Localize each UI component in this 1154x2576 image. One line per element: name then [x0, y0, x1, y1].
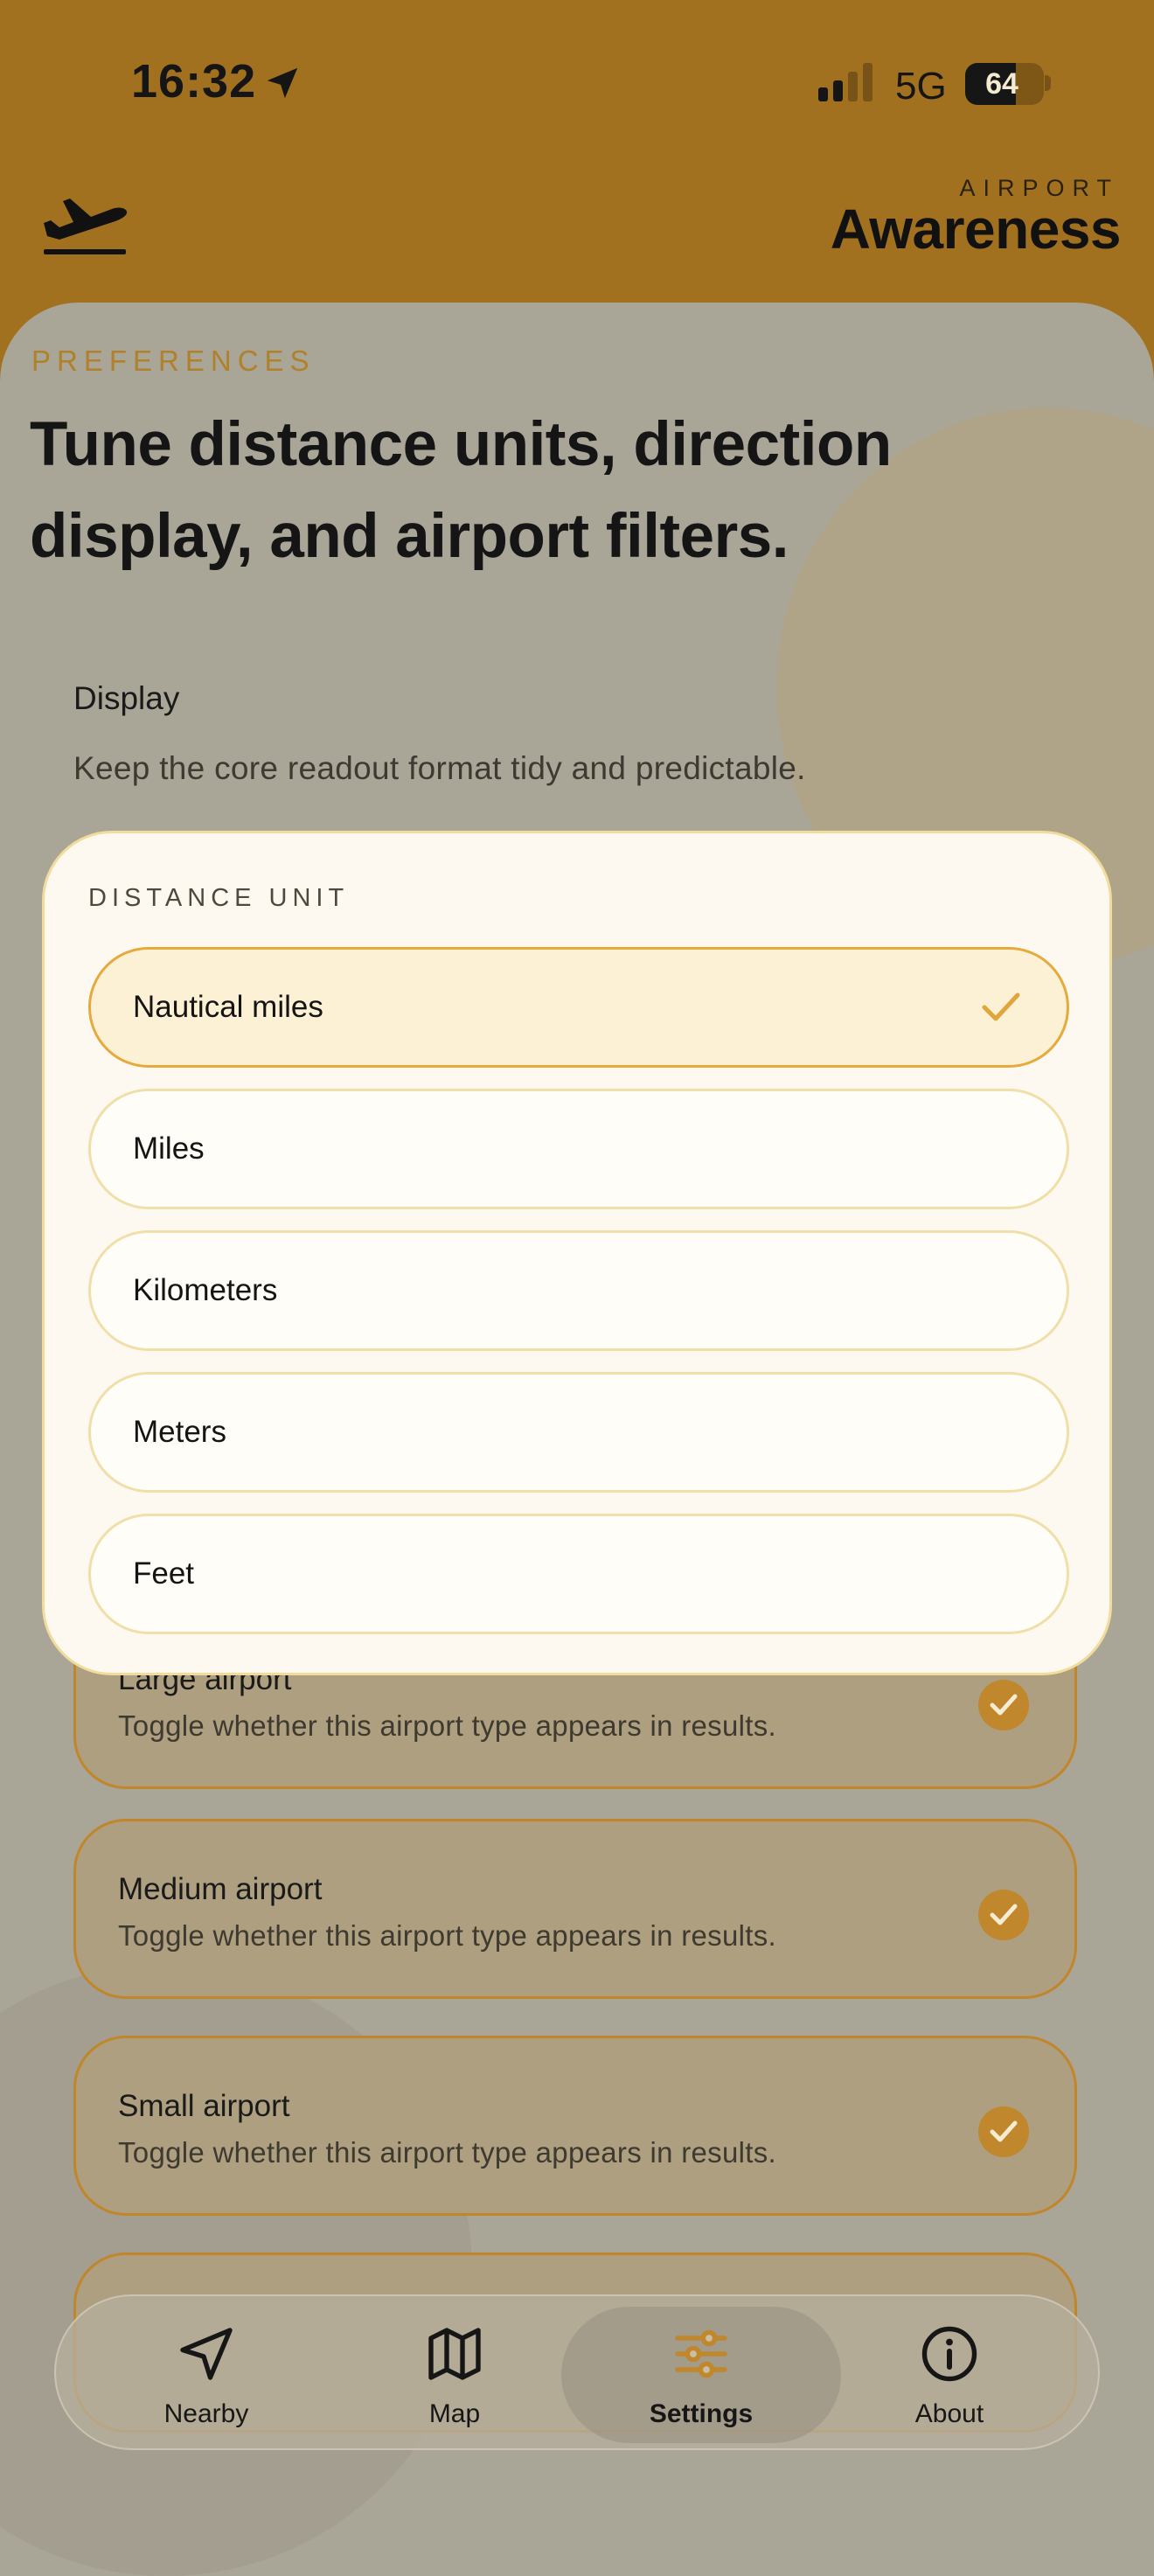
section-description: Keep the core readout format tidy and pr…: [73, 750, 806, 786]
tab-label: Settings: [649, 2399, 754, 2428]
filter-description: Toggle whether this airport type appears…: [118, 2136, 776, 2169]
filter-description: Toggle whether this airport type appears…: [118, 1919, 776, 1952]
battery-percent: 64: [985, 67, 1018, 101]
filter-small-airport[interactable]: Small airport Toggle whether this airpor…: [73, 2036, 1077, 2216]
navigation-arrow-icon: [180, 2328, 233, 2380]
option-label: Feet: [133, 1556, 195, 1591]
tab-label: About: [914, 2399, 984, 2428]
checkmark-icon[interactable]: [978, 2106, 1029, 2157]
tab-label: Map: [428, 2399, 481, 2428]
option-kilometers[interactable]: Kilometers: [88, 1230, 1069, 1351]
checkmark-icon[interactable]: [978, 1680, 1029, 1730]
section-title: Display: [73, 680, 180, 716]
picker-label: DISTANCE UNIT: [88, 884, 350, 912]
option-nautical-miles[interactable]: Nautical miles: [88, 947, 1069, 1068]
option-meters[interactable]: Meters: [88, 1372, 1069, 1493]
option-label: Miles: [133, 1131, 205, 1166]
filter-medium-airport[interactable]: Medium airport Toggle whether this airpo…: [73, 1819, 1077, 1999]
option-label: Meters: [133, 1415, 226, 1449]
tab-about[interactable]: About: [836, 2296, 1063, 2452]
checkmark-icon[interactable]: [978, 1890, 1029, 1940]
tab-map[interactable]: Map: [341, 2296, 568, 2452]
option-feet[interactable]: Feet: [88, 1514, 1069, 1634]
brand-title: Awareness: [830, 198, 1122, 261]
page-kicker: PREFERENCES: [31, 345, 316, 377]
departing-plane-icon[interactable]: [38, 175, 135, 262]
page-title: Tune distance units, direction display, …: [30, 410, 892, 571]
battery-icon: 64: [965, 63, 1044, 105]
filter-title: Small airport: [118, 2089, 290, 2123]
checkmark-icon: [982, 992, 1020, 1021]
network-type: 5G: [895, 65, 947, 108]
distance-unit-picker: DISTANCE UNIT Nautical miles Miles Kilom…: [42, 831, 1112, 1675]
battery-nub: [1045, 75, 1051, 91]
sliders-icon: [675, 2329, 727, 2378]
location-arrow-icon: [267, 67, 298, 99]
status-bar: 16:32 5G 64: [0, 0, 1154, 166]
map-icon: [428, 2328, 481, 2380]
cellular-signal-icon: [818, 63, 872, 101]
tab-settings[interactable]: Settings: [561, 2296, 841, 2452]
info-icon: [921, 2326, 977, 2382]
tab-nearby[interactable]: Nearby: [93, 2296, 320, 2452]
option-miles[interactable]: Miles: [88, 1089, 1069, 1209]
filter-title: Medium airport: [118, 1872, 323, 1906]
tab-label: Nearby: [163, 2399, 249, 2428]
bottom-tab-bar: Nearby Map Settings About: [54, 2294, 1100, 2450]
option-label: Kilometers: [133, 1273, 278, 1307]
status-time: 16:32: [131, 55, 257, 108]
filter-description: Toggle whether this airport type appears…: [118, 1709, 776, 1742]
option-label: Nautical miles: [133, 990, 323, 1024]
